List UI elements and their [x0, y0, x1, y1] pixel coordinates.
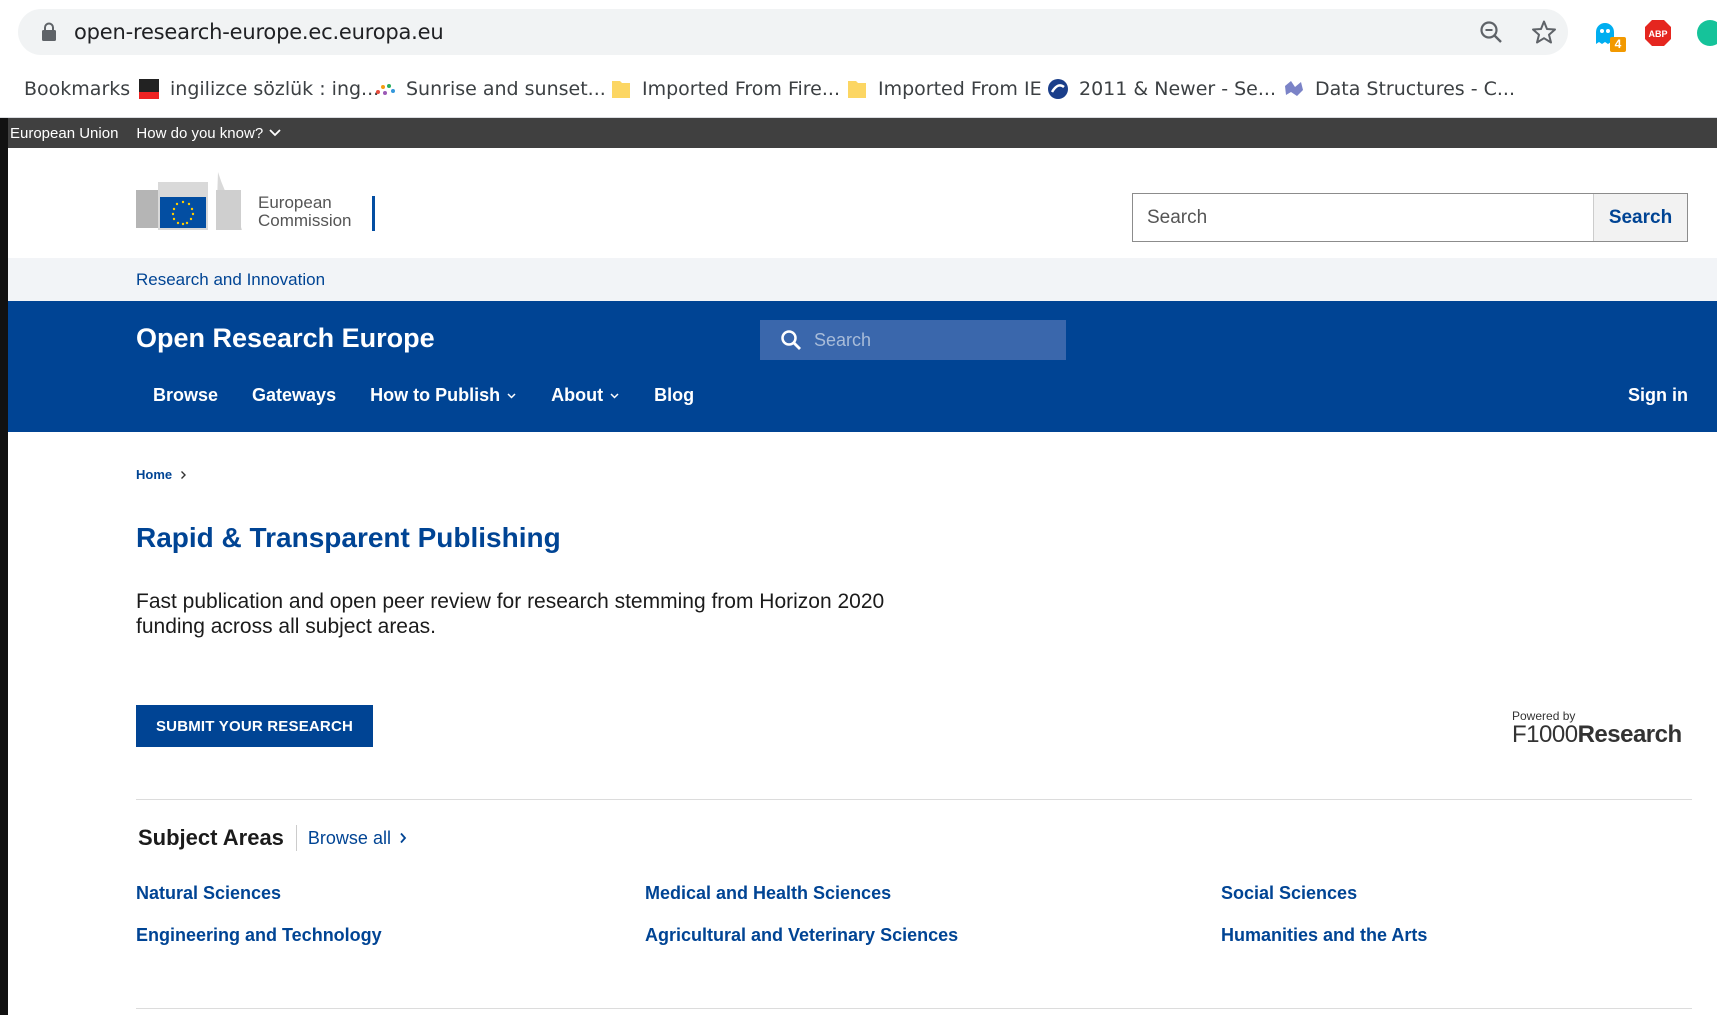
- ore-search-input[interactable]: [802, 329, 1066, 351]
- divider: [136, 799, 1692, 800]
- sign-in-link[interactable]: Sign in: [1628, 385, 1688, 406]
- lock-icon[interactable]: [40, 22, 58, 42]
- browser-chrome: open-research-europe.ec.europa.eu 4 ABP …: [0, 0, 1717, 118]
- bookmark-2011-newer[interactable]: 2011 & Newer - Se...: [1047, 78, 1276, 100]
- how-do-you-know-toggle[interactable]: How do you know?: [136, 125, 281, 142]
- subject-areas-title: Subject Areas: [138, 825, 297, 851]
- nav-about[interactable]: About: [551, 385, 620, 406]
- bookmark-star-icon[interactable]: [1531, 19, 1557, 45]
- eu-global-bar: European Union How do you know?: [8, 118, 1717, 148]
- bookmark-imported-firefox[interactable]: Imported From Fire...: [610, 78, 840, 100]
- bookmark-sunrise[interactable]: Sunrise and sunset...: [374, 78, 606, 100]
- ec-search-input[interactable]: [1133, 194, 1593, 241]
- chevron-down-icon: [507, 393, 516, 399]
- breadcrumb-home[interactable]: Home: [136, 467, 172, 482]
- bookmarks-bar: Bookmarks ingilizce sözlük : ing... Sunr…: [0, 64, 1717, 118]
- grammarly-extension-icon[interactable]: [1695, 18, 1717, 48]
- bookmark-bookmarks[interactable]: Bookmarks: [24, 78, 130, 100]
- bookmark-ingilizce[interactable]: ingilizce sözlük : ing...: [138, 78, 379, 100]
- chevron-right-icon: [400, 832, 407, 844]
- chevron-right-icon: [181, 470, 187, 479]
- address-row: open-research-europe.ec.europa.eu 4 ABP: [0, 0, 1717, 64]
- f1000-brand: F1000Research: [1512, 721, 1682, 748]
- search-icon: [781, 330, 801, 350]
- folder-icon: [848, 81, 866, 98]
- nav-browse[interactable]: Browse: [153, 385, 218, 406]
- folder-icon: [612, 81, 630, 98]
- extension-badge: 4: [1610, 37, 1626, 52]
- nav-how-to-publish[interactable]: How to Publish: [370, 385, 517, 406]
- seslisozluk-favicon-icon: [139, 79, 159, 99]
- ore-search-box: [760, 320, 1066, 360]
- nav-gateways[interactable]: Gateways: [252, 385, 336, 406]
- ec-search-form: Search: [1132, 193, 1688, 242]
- logo-text-line1: European: [258, 193, 332, 212]
- site-title[interactable]: Open Research Europe: [136, 323, 435, 354]
- web-page: European Union How do you know? European…: [8, 118, 1717, 1015]
- chevron-down-icon: [269, 129, 281, 137]
- hero-description: Fast publication and open peer review fo…: [136, 590, 885, 638]
- url-text[interactable]: open-research-europe.ec.europa.eu: [74, 20, 444, 44]
- ore-header: Open Research Europe Browse Gateways How…: [8, 301, 1717, 432]
- page-title: Rapid & Transparent Publishing: [136, 522, 561, 553]
- ec-header: European Commission Search: [8, 148, 1717, 258]
- breadcrumb: Home: [136, 467, 187, 482]
- bookmark-data-structures[interactable]: Data Structures - C...: [1283, 78, 1515, 100]
- data-structures-favicon-icon: [1285, 81, 1303, 96]
- browse-all-link[interactable]: Browse all: [308, 828, 407, 849]
- dot-favicon-icon: [1048, 79, 1068, 99]
- subject-natural-sciences[interactable]: Natural Sciences: [136, 883, 281, 904]
- nav-blog[interactable]: Blog: [654, 385, 694, 406]
- site-name-bar: Research and Innovation: [8, 258, 1717, 301]
- zoom-icon[interactable]: [1478, 19, 1504, 45]
- subject-engineering-technology[interactable]: Engineering and Technology: [136, 925, 382, 946]
- powered-by-f1000-logo[interactable]: Powered by F1000Research: [1512, 709, 1692, 749]
- adblock-plus-icon[interactable]: ABP: [1643, 18, 1673, 48]
- subject-humanities-arts[interactable]: Humanities and the Arts: [1221, 925, 1427, 946]
- main-nav: Browse Gateways How to Publish About Blo…: [153, 385, 728, 406]
- subject-agricultural-veterinary[interactable]: Agricultural and Veterinary Sciences: [645, 925, 958, 946]
- subject-areas-header: Subject Areas Browse all: [138, 825, 407, 851]
- eu-label: European Union: [10, 124, 119, 142]
- subject-medical-health-sciences[interactable]: Medical and Health Sciences: [645, 883, 891, 904]
- ec-search-button[interactable]: Search: [1593, 194, 1687, 241]
- bookmark-imported-ie[interactable]: Imported From IE: [846, 78, 1042, 100]
- logo-text-line2: Commission: [258, 211, 352, 230]
- sunrise-favicon-icon: [376, 84, 395, 95]
- address-bar[interactable]: open-research-europe.ec.europa.eu: [18, 9, 1568, 55]
- divider: [136, 1008, 1692, 1009]
- chevron-down-icon: [610, 393, 619, 399]
- european-commission-logo[interactable]: European Commission: [136, 172, 386, 238]
- research-innovation-link[interactable]: Research and Innovation: [136, 270, 325, 290]
- submit-research-button[interactable]: SUBMIT YOUR RESEARCH: [136, 705, 373, 747]
- subject-social-sciences[interactable]: Social Sciences: [1221, 883, 1357, 904]
- svg-text:ABP: ABP: [1648, 29, 1667, 39]
